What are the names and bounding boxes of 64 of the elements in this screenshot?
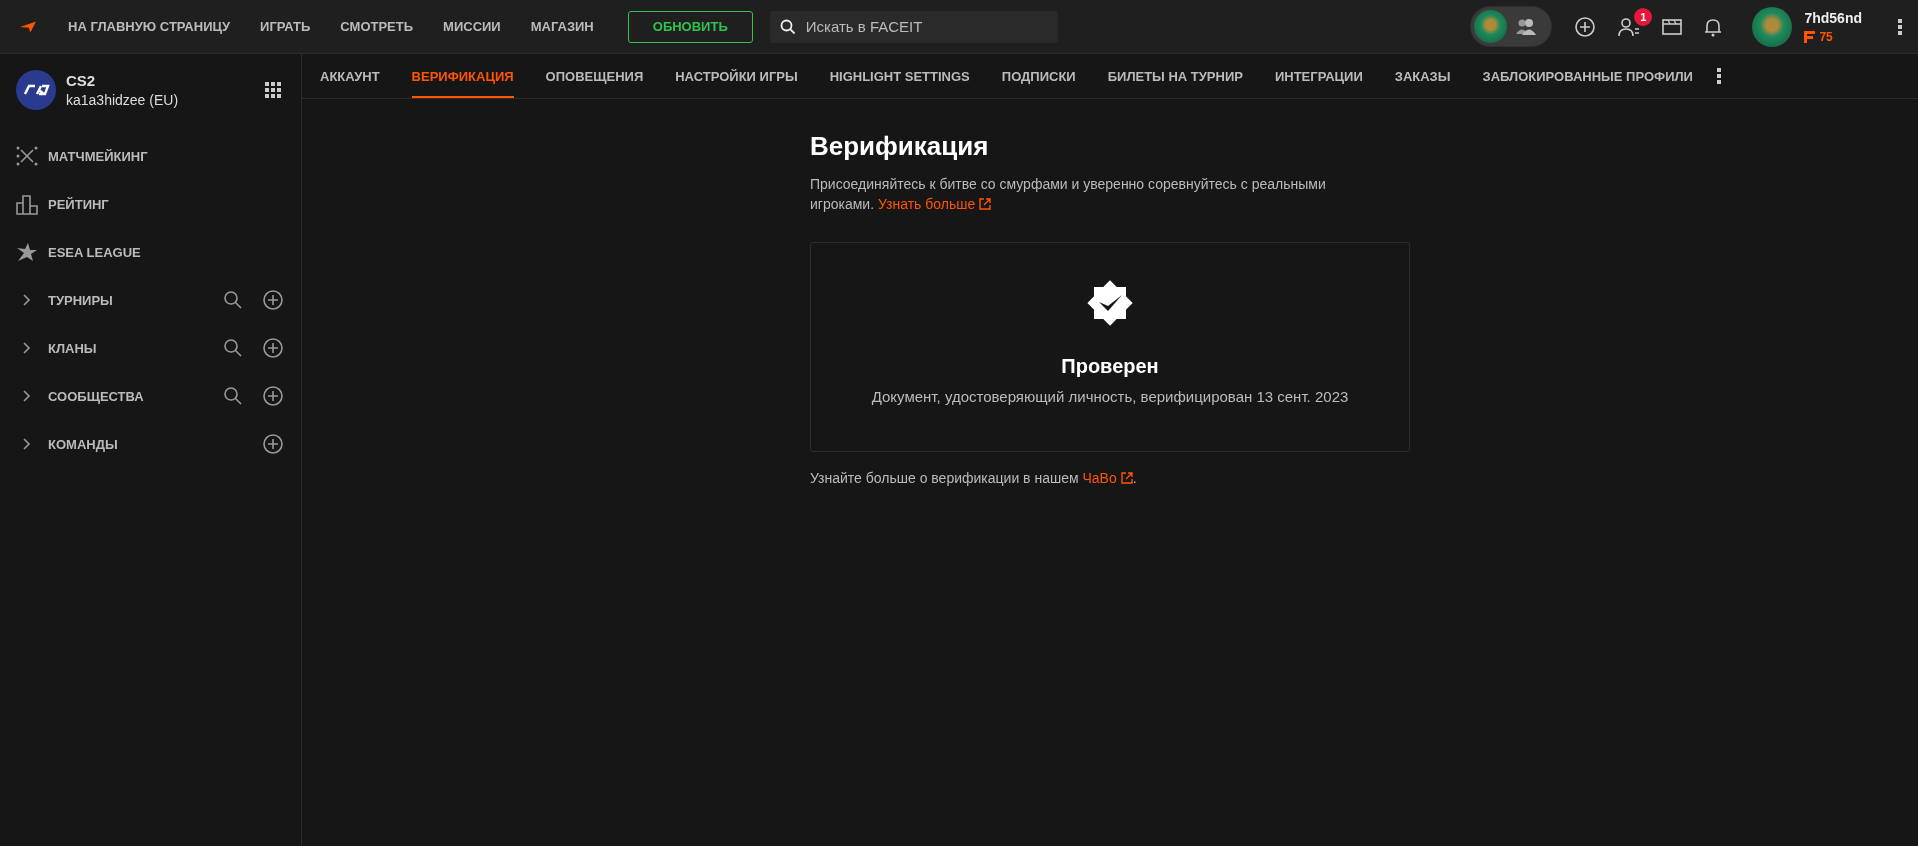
more-icon[interactable] — [1716, 68, 1721, 84]
settings-tab[interactable]: НАСТРОЙКИ ИГРЫ — [675, 54, 798, 98]
crossed-dots-icon — [16, 146, 38, 166]
sidebar-group[interactable]: ТУРНИРЫ — [48, 292, 113, 308]
account-name: ka1a3hidzee (EU) — [66, 92, 180, 108]
search-icon[interactable] — [223, 338, 243, 358]
nav-link[interactable]: ИГРАТЬ — [260, 19, 311, 34]
points-icon — [1804, 30, 1816, 43]
sidebar-link[interactable]: РЕЙТИНГ — [48, 196, 109, 212]
game-title: CS2 — [66, 72, 97, 89]
sidebar-group[interactable]: СООБЩЕСТВА — [48, 388, 144, 404]
sidebar-link[interactable]: ESEA LEAGUE — [48, 244, 141, 260]
intro-text: Присоединяйтесь к битве со смурфами и уверенно соревнуйтесь с реальными игроками. Узнать больше — [810, 175, 1327, 214]
external-link-icon — [1120, 472, 1133, 484]
settings-tab[interactable]: HIGHLIGHT SETTINGS — [829, 54, 970, 98]
sidebar-link[interactable]: МАТЧМЕЙКИНГ — [48, 148, 148, 164]
external-link-icon — [979, 198, 992, 210]
add-icon[interactable] — [1574, 15, 1597, 38]
friends-icon[interactable] — [1618, 16, 1641, 37]
nav-link[interactable]: МАГАЗИН — [530, 19, 594, 34]
star-icon — [16, 242, 38, 262]
settings-tab[interactable]: ЗАКАЗЫ — [1394, 54, 1451, 98]
sidebar-group[interactable]: КОМАНДЫ — [48, 436, 118, 452]
game-logo-icon — [16, 70, 56, 110]
faq-text: Узнайте больше о верификации в нашем ЧаВо . — [810, 470, 1138, 486]
nav-link[interactable]: СМОТРЕТЬ — [340, 19, 414, 34]
avatar-icon — [1474, 10, 1508, 43]
add-icon[interactable] — [263, 434, 283, 454]
status-detail: Документ, удостоверяющий личность, верифицирован 13 сент. 2023 — [871, 388, 1349, 405]
add-icon[interactable] — [263, 338, 283, 358]
search-icon[interactable] — [223, 290, 243, 310]
apps-grid-icon[interactable] — [265, 82, 281, 98]
more-icon[interactable] — [1898, 18, 1902, 35]
settings-tab[interactable]: ЗАБЛОКИРОВАННЫЕ ПРОФИЛИ — [1482, 54, 1693, 98]
add-icon[interactable] — [263, 386, 283, 406]
learn-more-link[interactable]: Узнать больше — [877, 196, 992, 212]
points-value: 75 — [1819, 29, 1833, 44]
status-title: Проверен — [1061, 355, 1159, 378]
nav-link[interactable]: НА ГЛАВНУЮ СТРАНИЦУ — [68, 19, 231, 34]
search-icon — [779, 18, 796, 35]
settings-tab[interactable]: ОПОВЕЩЕНИЯ — [545, 54, 644, 98]
podium-icon — [16, 193, 38, 215]
logo-icon[interactable] — [20, 20, 36, 33]
window-icon[interactable] — [1662, 17, 1683, 36]
bell-icon[interactable] — [1704, 16, 1723, 37]
settings-tab[interactable]: ВЕРИФИКАЦИЯ — [411, 54, 514, 98]
search-icon[interactable] — [223, 386, 243, 406]
notification-badge: 1 — [1634, 7, 1653, 26]
nav-link[interactable]: МИССИИ — [443, 19, 501, 34]
settings-tab[interactable]: АККАУНТ — [320, 54, 380, 98]
settings-tab[interactable]: БИЛЕТЫ НА ТУРНИР — [1107, 54, 1243, 98]
search-input[interactable]: Искать в FACEIT — [803, 17, 1048, 36]
settings-tab[interactable]: ПОДПИСКИ — [1001, 54, 1076, 98]
add-icon[interactable] — [263, 290, 283, 310]
party-toggle[interactable] — [1470, 6, 1553, 47]
sidebar-group[interactable]: КЛАНЫ — [48, 340, 97, 356]
settings-tab[interactable]: ИНТЕГРАЦИИ — [1274, 54, 1363, 98]
upgrade-button[interactable]: ОБНОВИТЬ — [627, 10, 753, 43]
people-icon — [1515, 17, 1538, 36]
user-avatar[interactable] — [1752, 6, 1793, 47]
page-title: Верификация — [810, 131, 990, 162]
username[interactable]: 7hd56nd — [1804, 9, 1862, 26]
search-field[interactable]: Искать в FACEIT — [769, 10, 1058, 43]
faq-link[interactable]: ЧаВо — [1082, 470, 1133, 486]
